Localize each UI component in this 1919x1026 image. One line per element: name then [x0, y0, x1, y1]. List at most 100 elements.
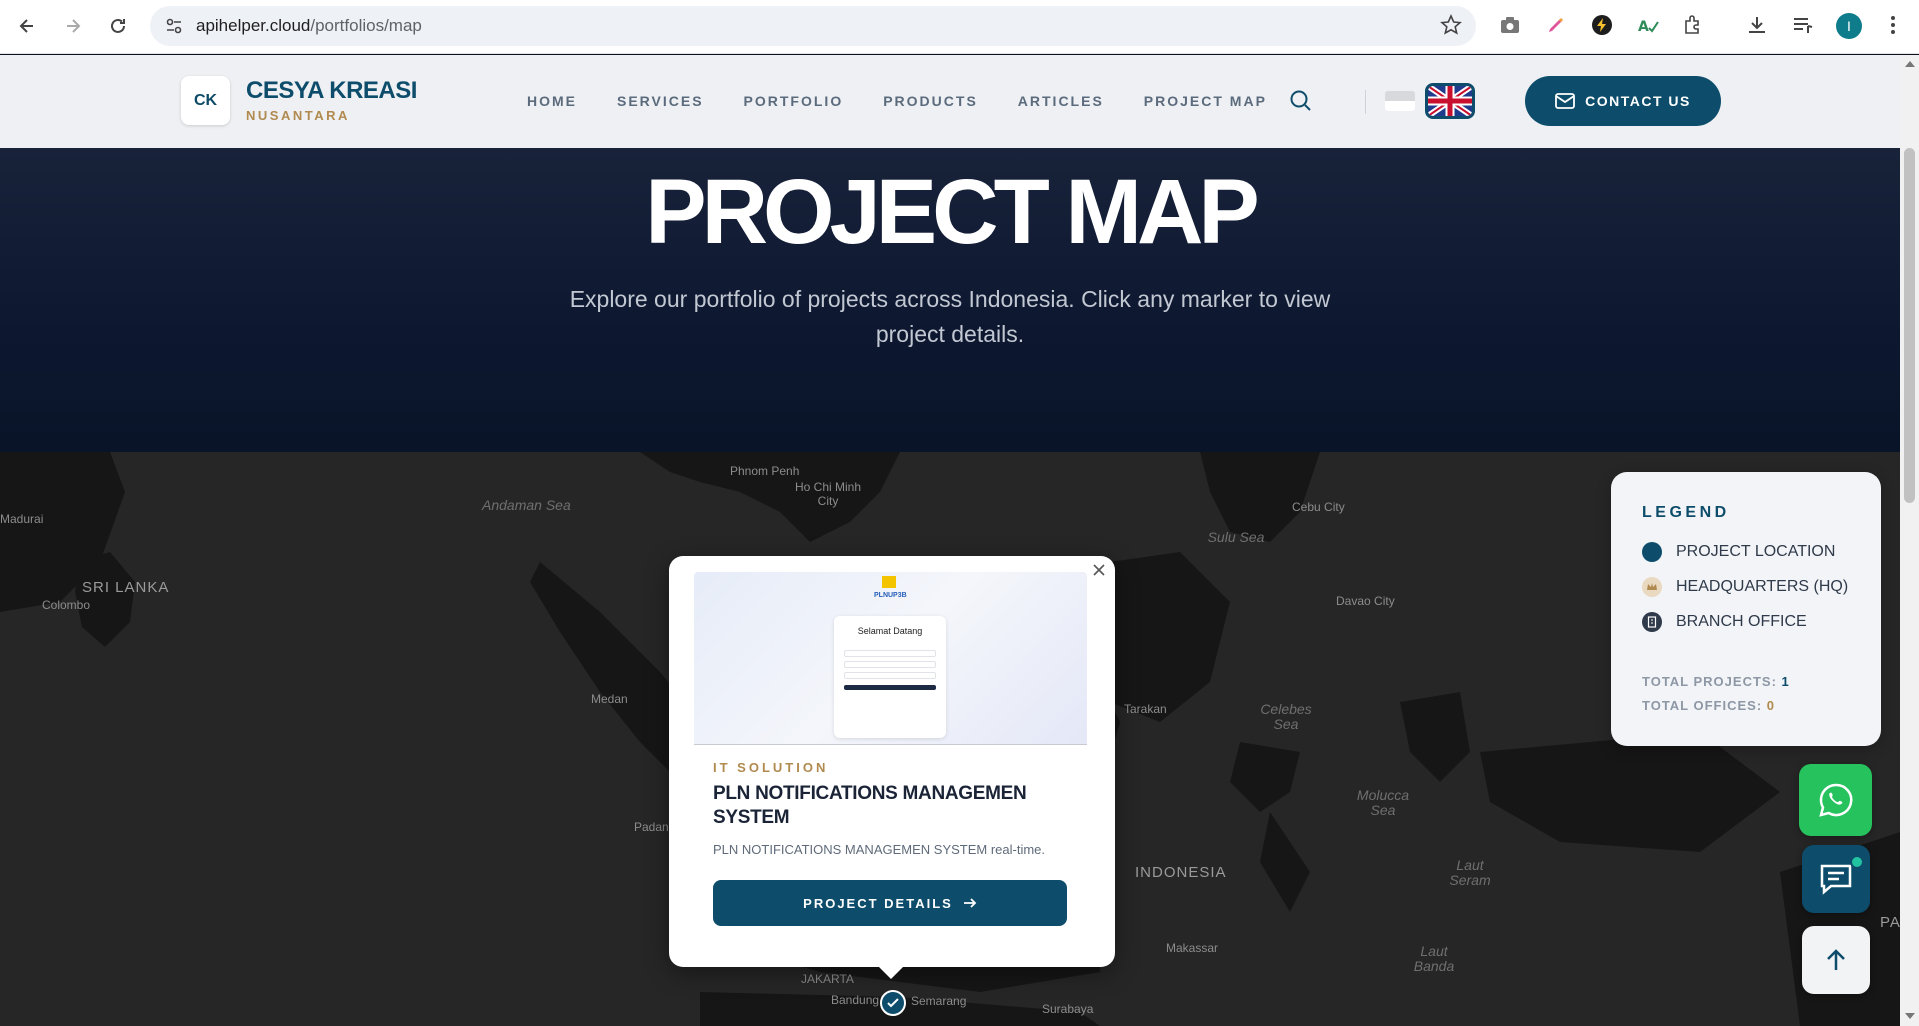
page-subtitle: Explore our portfolio of projects across…	[569, 286, 1331, 347]
legend-label: BRANCH OFFICE	[1676, 613, 1807, 630]
back-icon[interactable]	[9, 8, 45, 44]
crown-icon	[1642, 577, 1662, 597]
project-thumbnail[interactable]: PLNUP3B Selamat Datang	[694, 572, 1087, 745]
download-icon[interactable]	[1744, 12, 1770, 38]
building-icon	[1642, 612, 1662, 632]
nav-services[interactable]: SERVICES	[617, 93, 704, 109]
nav-portfolio[interactable]: PORTFOLIO	[744, 93, 844, 109]
project-category: IT SOLUTION	[713, 760, 829, 775]
total-projects-value: 1	[1781, 674, 1790, 689]
bolt-extension-icon[interactable]	[1589, 12, 1615, 38]
whatsapp-button[interactable]	[1799, 764, 1872, 836]
city-label: Semarang	[911, 994, 967, 1008]
total-offices-label: TOTAL OFFICES:	[1642, 698, 1763, 713]
hero-section: PROJECT MAP Explore our portfolio of pro…	[0, 148, 1900, 452]
map-legend: LEGEND PROJECT LOCATION HEADQUARTERS (HQ…	[1611, 472, 1881, 746]
city-label: Bandung	[831, 993, 880, 1007]
nav-products[interactable]: PRODUCTS	[883, 93, 978, 109]
pen-extension-icon[interactable]	[1543, 12, 1569, 38]
check-icon	[887, 998, 899, 1008]
header-divider	[1365, 90, 1366, 114]
thumbnail-brand: PLNUP3B	[874, 592, 907, 599]
whatsapp-icon	[1818, 783, 1853, 817]
city-label: Surabaya	[1042, 1002, 1094, 1016]
address-bar[interactable]: apihelper.cloud/portfolios/map	[150, 6, 1476, 46]
sea-label: Laut Seram	[1449, 857, 1491, 888]
sea-label: Laut Banda	[1413, 943, 1455, 974]
page-scrollbar[interactable]	[1900, 55, 1919, 1026]
brand[interactable]: CESYA KREASI NUSANTARA	[246, 77, 417, 123]
scroll-down-arrow-icon[interactable]	[1905, 1013, 1915, 1019]
city-label: Davao City	[1336, 594, 1395, 608]
legend-title: LEGEND	[1642, 504, 1730, 521]
company-logo[interactable]: CK	[181, 76, 230, 125]
city-label: Colombo	[42, 598, 91, 612]
sea-label: Molucca Sea	[1356, 787, 1410, 818]
legend-label: PROJECT LOCATION	[1676, 543, 1836, 560]
city-label: Madurai	[0, 512, 44, 526]
nav-articles[interactable]: ARTICLES	[1018, 93, 1104, 109]
project-description: PLN NOTIFICATIONS MANAGEMEN SYSTEM real-…	[713, 842, 1046, 857]
total-offices-value: 0	[1766, 698, 1776, 713]
forward-icon[interactable]	[55, 8, 91, 44]
nav-home[interactable]: HOME	[527, 93, 577, 109]
city-label: JAKARTA	[801, 972, 854, 986]
camera-icon[interactable]	[1497, 12, 1523, 38]
bookmark-star-icon[interactable]	[1440, 14, 1462, 41]
sea-label: Sulu Sea	[1207, 529, 1265, 545]
page-title: PROJECT MAP	[645, 161, 1260, 263]
city-label: Makassar	[1166, 941, 1219, 955]
legend-item-project: PROJECT LOCATION	[1642, 542, 1835, 562]
legend-item-branch: BRANCH OFFICE	[1642, 612, 1807, 632]
close-icon[interactable]	[1091, 562, 1107, 578]
scroll-up-arrow-icon[interactable]	[1905, 61, 1915, 67]
city-label: Cebu City	[1292, 500, 1345, 514]
site-header: CK CESYA KREASI NUSANTARA HOME SERVICES …	[0, 55, 1900, 148]
site-info-icon[interactable]	[164, 16, 184, 41]
profile-avatar[interactable]: I	[1836, 13, 1862, 39]
reload-icon[interactable]	[100, 8, 136, 44]
city-label: Ho Chi Minh City	[794, 480, 862, 508]
country-label: SRI LANKA	[82, 579, 170, 596]
search-icon[interactable]	[1289, 89, 1313, 118]
chat-button[interactable]	[1802, 845, 1870, 913]
contact-us-label: CONTACT US	[1585, 93, 1691, 109]
arrow-up-icon	[1827, 949, 1845, 970]
indonesia-flag-icon[interactable]	[1385, 91, 1415, 111]
sea-label: Celebes Sea	[1260, 701, 1312, 732]
total-projects: TOTAL PROJECTS: 1	[1642, 674, 1790, 689]
browser-toolbar: apihelper.cloud/portfolios/map A I	[0, 0, 1919, 54]
extensions-puzzle-icon[interactable]	[1680, 12, 1706, 38]
browser-menu-icon[interactable]	[1880, 12, 1906, 38]
pln-logo-icon	[882, 576, 896, 588]
project-marker[interactable]	[880, 990, 906, 1016]
main-nav: HOME SERVICES PORTFOLIO PRODUCTS ARTICLE…	[527, 93, 1307, 109]
uk-flag-icon[interactable]	[1425, 83, 1475, 119]
arrow-right-icon	[963, 898, 977, 908]
project-location-dot-icon	[1642, 542, 1662, 562]
scrollbar-thumb[interactable]	[1904, 148, 1915, 503]
city-label: Phnom Penh	[730, 464, 800, 478]
contact-us-button[interactable]: CONTACT US	[1525, 76, 1721, 126]
sea-label: Andaman Sea	[482, 497, 571, 513]
grammar-extension-icon[interactable]: A	[1635, 12, 1661, 38]
project-details-button[interactable]: PROJECT DETAILS	[713, 880, 1067, 926]
media-queue-icon[interactable]	[1790, 12, 1816, 38]
thumbnail-login-card: Selamat Datang	[834, 616, 946, 738]
city-label: Medan	[591, 692, 628, 706]
url-text: apihelper.cloud/portfolios/map	[196, 16, 422, 35]
total-offices: TOTAL OFFICES: 0	[1642, 698, 1775, 713]
city-label: Tarakan	[1124, 702, 1167, 716]
brand-name: CESYA KREASI	[246, 77, 417, 104]
country-label: PA	[1880, 914, 1900, 931]
legend-label: HEADQUARTERS (HQ)	[1676, 578, 1849, 595]
project-popup: PLNUP3B Selamat Datang IT SOLUTION PLN N…	[669, 556, 1115, 979]
country-label: INDONESIA	[1135, 864, 1227, 881]
nav-project-map[interactable]: PROJECT MAP	[1144, 93, 1267, 109]
logo-text: CK	[193, 91, 218, 109]
scroll-to-top-button[interactable]	[1802, 926, 1870, 994]
brand-subtitle: NUSANTARA	[246, 108, 350, 123]
mail-icon	[1555, 93, 1576, 109]
chat-icon	[1820, 864, 1852, 895]
svg-text:A: A	[1638, 19, 1649, 34]
